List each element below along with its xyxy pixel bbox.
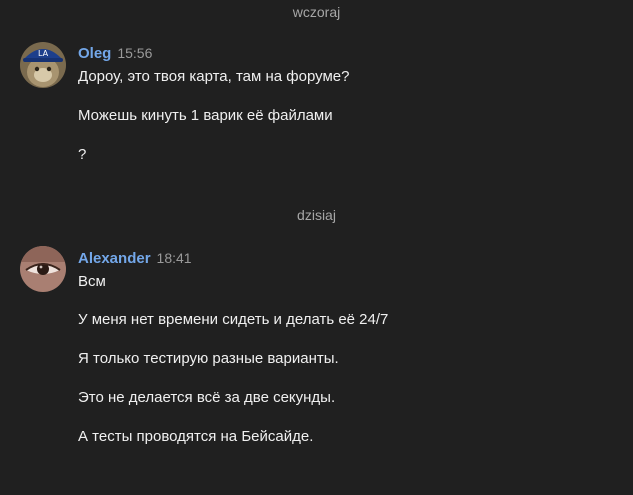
date-separator-today: dzisiaj — [297, 207, 336, 223]
message-text: Всм — [78, 273, 106, 290]
message-text: У меня нет времени сидеть и делать её 24… — [78, 311, 389, 328]
author-name[interactable]: Oleg — [78, 45, 111, 62]
message-text: ? — [78, 146, 87, 163]
message-text: Я только тестирую разные варианты. — [78, 350, 339, 367]
message-header: Alexander 18:41 — [78, 250, 192, 270]
message-text: А тесты проводятся на Бейсайде. — [78, 428, 314, 445]
chat-log: wczoraj LA Oleg 15:56 Дороу, это твоя кар… — [0, 0, 633, 495]
message-text: Дороу, это твоя карта, там на форуме? — [78, 68, 350, 85]
svg-text:LA: LA — [38, 49, 49, 58]
author-name[interactable]: Alexander — [78, 250, 151, 267]
message-text: Это не делается всё за две секунды. — [78, 389, 336, 406]
date-separator-yesterday: wczoraj — [292, 4, 341, 20]
message-header: Oleg 15:56 — [78, 45, 152, 65]
message-text: Можешь кинуть 1 варик её файлами — [78, 107, 333, 124]
alexander-avatar-eye-icon[interactable] — [20, 246, 66, 292]
oleg-avatar-cat-with-cap-icon[interactable]: LA — [20, 42, 66, 88]
message-timestamp: 15:56 — [117, 45, 153, 61]
message-timestamp: 18:41 — [156, 250, 192, 266]
